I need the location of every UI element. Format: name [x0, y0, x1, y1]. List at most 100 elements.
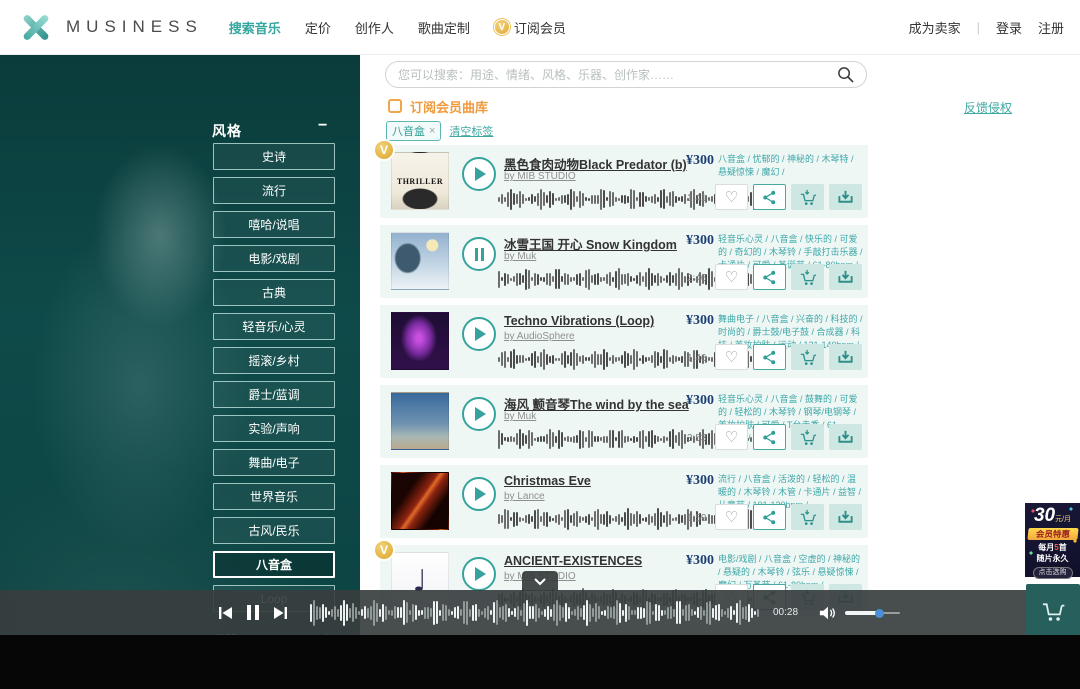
- track-row: V 冰雪王国 开心 Snow Kingdom by Muk ¥300 2:46 …: [380, 225, 868, 298]
- genre-button-7[interactable]: 爵士/蓝调: [213, 381, 335, 408]
- vip-badge-icon: V: [373, 539, 395, 561]
- share-icon: [762, 350, 777, 365]
- become-seller-link[interactable]: 成为卖家: [909, 18, 961, 37]
- nav-vip-subscribe[interactable]: V 订阅会员: [494, 18, 566, 37]
- album-art[interactable]: [391, 312, 449, 370]
- track-actions: ♡: [715, 504, 862, 530]
- track-author-link[interactable]: by Lance: [504, 491, 545, 502]
- play-pause-button[interactable]: [462, 557, 496, 591]
- genre-button-1[interactable]: 流行: [213, 177, 335, 204]
- download-icon: [837, 509, 854, 526]
- album-art[interactable]: THRILLER: [391, 152, 449, 210]
- play-pause-button[interactable]: [462, 317, 496, 351]
- genre-list: 史诗流行嘻哈/说唱电影/戏剧古典轻音乐/心灵摇滚/乡村爵士/蓝调实验/声响舞曲/…: [213, 143, 335, 619]
- like-button[interactable]: ♡: [715, 264, 748, 290]
- clear-tags-link[interactable]: 清空标签: [449, 123, 493, 139]
- genre-button-0[interactable]: 史诗: [213, 143, 335, 170]
- share-button[interactable]: [753, 504, 786, 530]
- brand-name: MUSINESS: [66, 17, 203, 37]
- login-link[interactable]: 登录: [996, 18, 1022, 37]
- share-button[interactable]: [753, 264, 786, 290]
- download-icon: [837, 269, 854, 286]
- nav-search-music[interactable]: 搜索音乐: [229, 18, 281, 37]
- genre-button-8[interactable]: 实验/声响: [213, 415, 335, 442]
- player-waveform[interactable]: [310, 599, 765, 627]
- musiness-logo[interactable]: MUSINESS: [18, 10, 203, 44]
- genre-button-5[interactable]: 轻音乐/心灵: [213, 313, 335, 340]
- genre-button-3[interactable]: 电影/戏剧: [213, 245, 335, 272]
- add-to-cart-button[interactable]: [791, 504, 824, 530]
- add-to-cart-button[interactable]: [791, 264, 824, 290]
- add-to-cart-button[interactable]: [791, 344, 824, 370]
- download-button[interactable]: [829, 344, 862, 370]
- track-author-link[interactable]: by MIB STUDIO: [504, 171, 576, 182]
- like-button[interactable]: ♡: [715, 344, 748, 370]
- nav-pricing[interactable]: 定价: [305, 18, 331, 37]
- play-pause-button[interactable]: [462, 397, 496, 431]
- subscription-checkbox[interactable]: [388, 99, 402, 113]
- album-art[interactable]: [391, 472, 449, 530]
- header-divider: |: [977, 20, 980, 35]
- play-icon: [475, 167, 486, 181]
- nav-creators[interactable]: 创作人: [355, 18, 394, 37]
- share-button[interactable]: [753, 424, 786, 450]
- search-icon[interactable]: [837, 66, 854, 83]
- track-author-link[interactable]: by AudioSphere: [504, 331, 575, 342]
- track-duration: 3:53: [687, 433, 706, 444]
- genre-button-4[interactable]: 古典: [213, 279, 335, 306]
- share-button[interactable]: [753, 184, 786, 210]
- download-button[interactable]: [829, 184, 862, 210]
- like-button[interactable]: ♡: [715, 504, 748, 530]
- vip-badge-icon: V: [373, 139, 395, 161]
- download-button[interactable]: [829, 424, 862, 450]
- track-row: V THRILLER 黑色食肉动物Black Predator (b) by M…: [380, 145, 868, 218]
- active-tag-pill[interactable]: 八音盒 ×: [386, 121, 441, 141]
- download-button[interactable]: [829, 504, 862, 530]
- genre-button-6[interactable]: 摇滚/乡村: [213, 347, 335, 374]
- track-tags[interactable]: 八音盒 / 忧郁的 / 神秘的 / 木琴特 / 悬疑惊悚 / 魔幻 /: [718, 153, 864, 179]
- volume-control: [819, 605, 900, 621]
- genre-button-2[interactable]: 嘻哈/说唱: [213, 211, 335, 238]
- player-collapse-tab[interactable]: [522, 571, 558, 591]
- share-button[interactable]: [753, 344, 786, 370]
- like-button[interactable]: ♡: [715, 184, 748, 210]
- track-author-link[interactable]: by Muk: [504, 411, 536, 422]
- pause-button[interactable]: [247, 605, 259, 620]
- genre-button-10[interactable]: 世界音乐: [213, 483, 335, 510]
- track-title-link[interactable]: Techno Vibrations (Loop): [504, 314, 654, 328]
- album-art[interactable]: [391, 392, 449, 450]
- genre-button-11[interactable]: 古风/民乐: [213, 517, 335, 544]
- previous-track-button[interactable]: [218, 606, 233, 620]
- next-track-button[interactable]: [273, 606, 288, 620]
- collapse-minus-icon[interactable]: −: [318, 117, 327, 135]
- player-cart-button[interactable]: [1026, 584, 1080, 635]
- play-pause-button[interactable]: [462, 237, 496, 271]
- add-to-cart-button[interactable]: [791, 184, 824, 210]
- album-art[interactable]: [391, 232, 449, 290]
- tag-close-icon[interactable]: ×: [429, 125, 435, 137]
- volume-thumb[interactable]: [875, 609, 884, 618]
- play-pause-button[interactable]: [462, 477, 496, 511]
- track-price: ¥300: [686, 153, 714, 169]
- track-title-link[interactable]: ANCIENT-EXISTENCES: [504, 554, 642, 568]
- speaker-icon[interactable]: [819, 605, 837, 621]
- download-button[interactable]: [829, 264, 862, 290]
- search-input[interactable]: [398, 68, 837, 82]
- top-nav-bar: MUSINESS 搜索音乐 定价 创作人 歌曲定制 V 订阅会员 成为卖家 | …: [0, 0, 1080, 55]
- subscription-label[interactable]: 订阅会员曲库: [410, 97, 488, 116]
- add-to-cart-button[interactable]: [791, 424, 824, 450]
- report-infringement-link[interactable]: 反馈侵权: [964, 99, 1012, 116]
- play-pause-button[interactable]: [462, 157, 496, 191]
- volume-slider[interactable]: [845, 609, 900, 617]
- promo-badge[interactable]: 30元/月 会员特惠 每月5首 随片永久 点击选购: [1025, 503, 1080, 577]
- vip-coin-icon: V: [494, 19, 510, 35]
- genre-button-9[interactable]: 舞曲/电子: [213, 449, 335, 476]
- promo-cta-button[interactable]: 点击选购: [1033, 567, 1073, 579]
- genre-button-12[interactable]: 八音盒: [213, 551, 335, 578]
- track-row: V 海风 颤音琴The wind by the sea by Muk ¥300 …: [380, 385, 868, 458]
- track-title-link[interactable]: Christmas Eve: [504, 474, 591, 488]
- register-link[interactable]: 注册: [1038, 18, 1064, 37]
- like-button[interactable]: ♡: [715, 424, 748, 450]
- nav-custom-music[interactable]: 歌曲定制: [418, 18, 470, 37]
- track-author-link[interactable]: by Muk: [504, 251, 536, 262]
